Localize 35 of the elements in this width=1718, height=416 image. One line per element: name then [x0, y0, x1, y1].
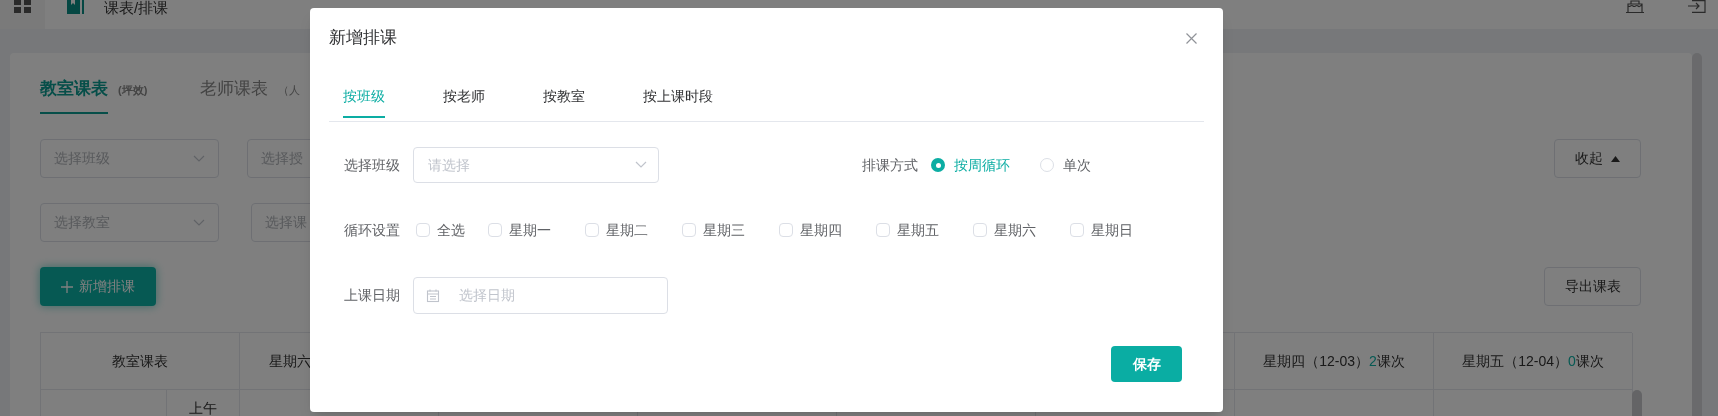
checkbox-option[interactable]: 星期三	[682, 219, 779, 241]
column-header: 教室课表	[41, 333, 240, 390]
dialog-tab[interactable]: 按老师	[443, 76, 485, 118]
exit-icon[interactable]	[1687, 0, 1706, 13]
calendar-icon	[426, 288, 440, 303]
field-label: 排课方式	[862, 155, 918, 175]
tray-icon[interactable]	[1625, 0, 1645, 13]
tab-note: （人	[278, 83, 301, 97]
checkbox-option[interactable]: 星期日	[1070, 219, 1167, 241]
dialog-tab[interactable]: 按教室	[543, 76, 585, 118]
checkbox-option[interactable]: 星期二	[585, 219, 682, 241]
radio-option[interactable]: 单次	[1040, 154, 1091, 176]
field-label: 选择班级	[344, 155, 400, 175]
close-icon	[1185, 32, 1197, 44]
dialog-tab[interactable]: 按上课时段	[643, 76, 713, 118]
checkbox-option[interactable]: 星期一	[488, 219, 585, 241]
tab-note: (坪效)	[118, 83, 148, 97]
period-label: 上午	[189, 400, 217, 416]
close-button[interactable]	[1184, 31, 1198, 45]
collapse-button[interactable]: 收起	[1554, 139, 1641, 178]
field-label: 上课日期	[344, 286, 400, 305]
column-header: 星期五（12-04）0课次	[1434, 333, 1633, 390]
checkbox-option[interactable]: 星期六	[973, 219, 1070, 241]
grid-icon	[13, 0, 32, 13]
field-label: 循环设置	[344, 220, 400, 240]
breadcrumb: 课表/排课	[104, 0, 169, 15]
checkbox-option[interactable]: 星期四	[779, 219, 876, 241]
checkbox-option[interactable]: 星期五	[876, 219, 973, 241]
column-header: 星期四（12-03）2课次	[1235, 333, 1434, 390]
dialog-title: 新增排课	[329, 27, 397, 50]
checkbox-option[interactable]: 全选	[416, 219, 488, 241]
scrollbar	[1632, 390, 1642, 416]
export-button[interactable]: 导出课表	[1544, 267, 1641, 306]
plus-icon	[61, 280, 73, 293]
caret-up-icon	[1611, 155, 1620, 162]
